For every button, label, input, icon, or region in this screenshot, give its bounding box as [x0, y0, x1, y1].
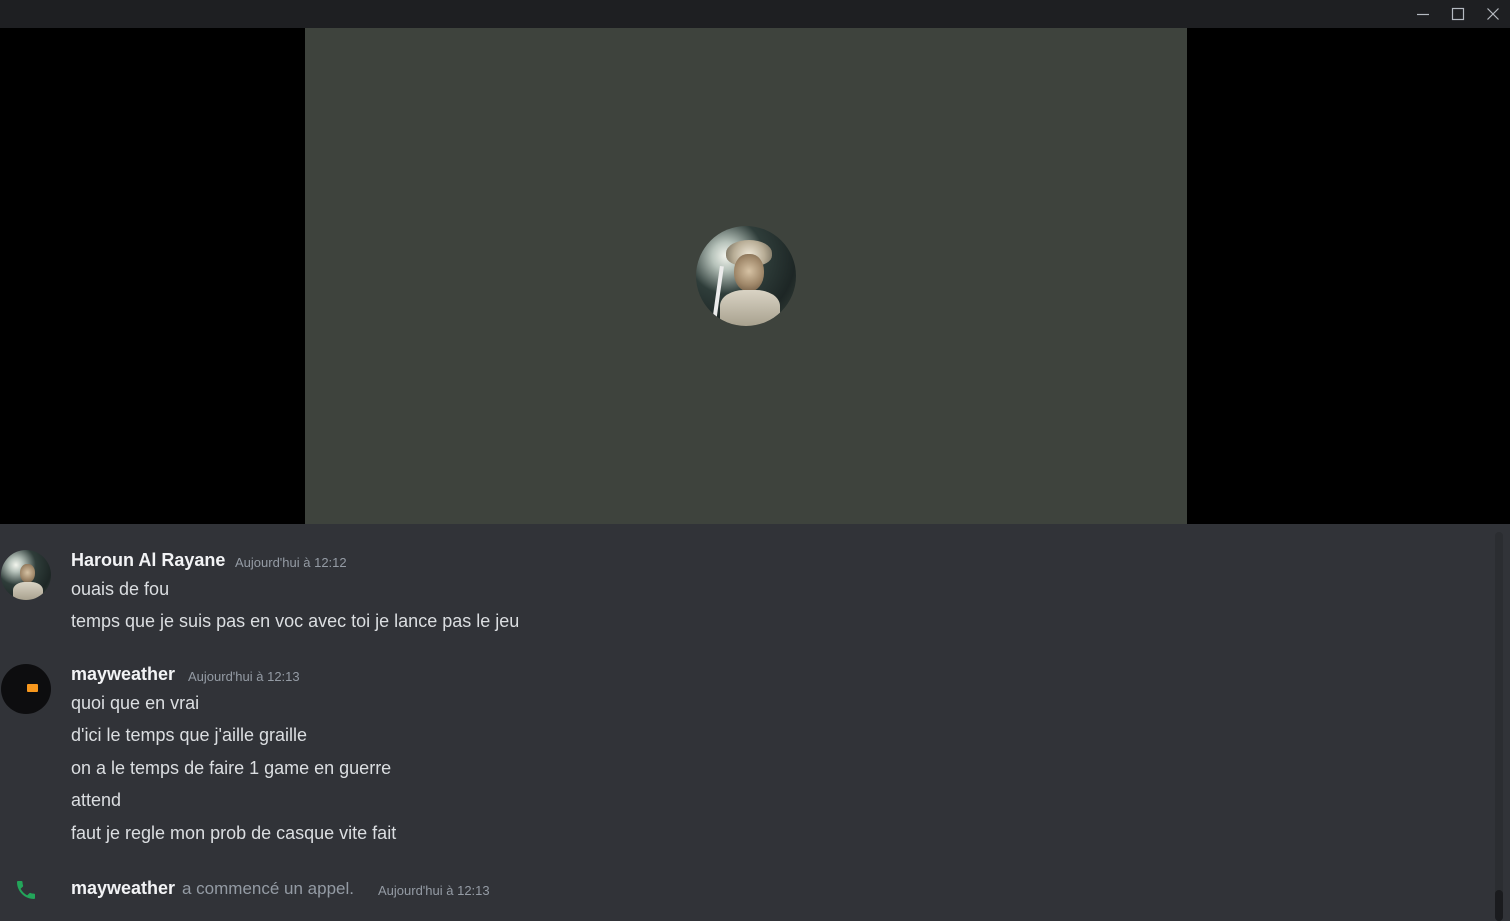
message-line: quoi que en vrai — [71, 693, 200, 713]
message-line: attend — [71, 790, 122, 810]
system-message-author[interactable]: mayweather — [71, 878, 175, 899]
avatar-detail — [13, 582, 43, 600]
window-titlebar — [0, 0, 1510, 28]
avatar-detail — [27, 684, 38, 692]
avatar-detail — [720, 290, 780, 326]
message-line: temps que je suis pas en voc avec toi je… — [71, 611, 520, 631]
avatar-detail — [734, 254, 764, 292]
message-timestamp: Aujourd'hui à 12:13 — [188, 669, 300, 684]
message-author[interactable]: Haroun Al Rayane — [71, 550, 225, 571]
message-timestamp: Aujourd'hui à 12:12 — [235, 555, 347, 570]
message-line: faut je regle mon prob de casque vite fa… — [71, 823, 397, 843]
close-icon — [1487, 8, 1499, 20]
chat-messages: Haroun Al Rayane Aujourd'hui à 12:12 oua… — [0, 524, 1510, 921]
scrollbar-thumb[interactable] — [1495, 890, 1503, 921]
minimize-icon — [1417, 13, 1429, 16]
maximize-icon — [1451, 7, 1465, 21]
avatar-detail — [20, 564, 35, 583]
maximize-button[interactable] — [1441, 0, 1475, 28]
participant-avatar[interactable] — [696, 226, 796, 326]
minimize-button[interactable] — [1406, 0, 1440, 28]
scrollbar-track[interactable] — [1495, 532, 1503, 921]
message-line: ouais de fou — [71, 579, 170, 599]
close-button[interactable] — [1476, 0, 1510, 28]
message-author[interactable]: mayweather — [71, 664, 175, 685]
system-message-text: a commencé un appel. — [182, 879, 354, 898]
message-line: d'ici le temps que j'aille graille — [71, 725, 307, 745]
participant-tile[interactable] — [305, 28, 1187, 524]
avatar[interactable] — [1, 550, 51, 600]
message-line: on a le temps de faire 1 game en guerre — [71, 758, 392, 778]
system-message-timestamp: Aujourd'hui à 12:13 — [378, 883, 490, 898]
voice-call-area — [0, 28, 1510, 524]
phone-icon — [17, 881, 35, 899]
avatar[interactable] — [1, 664, 51, 714]
